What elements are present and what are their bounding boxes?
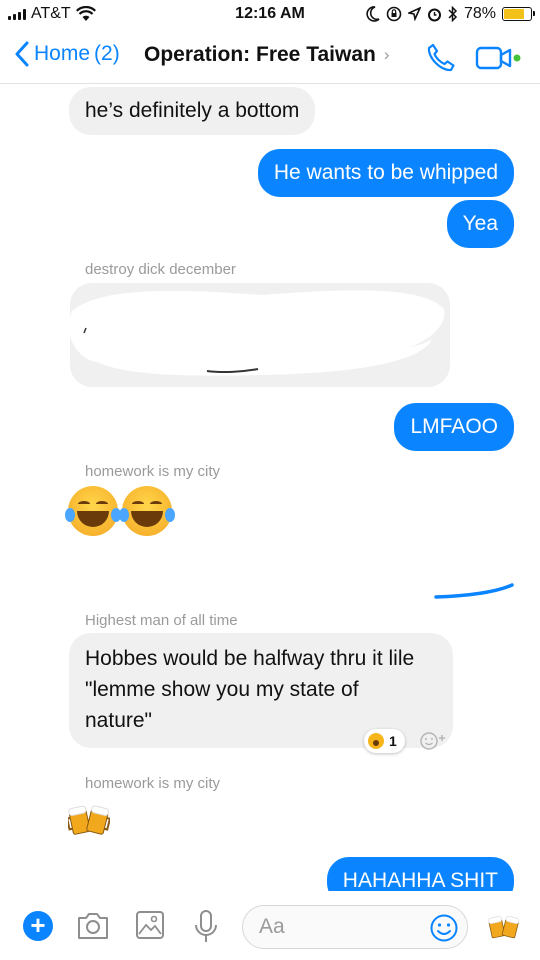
unread-count: (2) [94,42,120,65]
message-line: "lemme show you my state of [85,678,359,701]
sender-name: destroy dick december [85,261,236,278]
message-outgoing[interactable]: LMFAOO [394,403,514,451]
conversation-title-button[interactable]: Operation: Free Taiwan › [144,43,390,67]
laughing-emoji [65,486,121,536]
phone-icon[interactable] [425,42,457,74]
camera-icon[interactable] [75,909,111,943]
active-dot [513,54,521,62]
back-button[interactable]: Home (2) [14,41,120,67]
bluetooth-icon [448,6,458,22]
message-line: Hobbes would be halfway thru it lile [85,647,415,670]
battery-icon [502,7,535,21]
laughing-emoji [119,486,175,536]
status-bar: AT&T 12:16 AM 78% [0,0,540,30]
title-chevron-icon: › [383,45,390,64]
message-outgoing[interactable]: Yea [446,200,514,248]
reaction-badge[interactable]: 1 [364,729,405,753]
status-right: 78% [366,5,535,23]
message-outgoing[interactable]: He wants to be whipped [257,149,514,197]
message-input-box[interactable] [242,905,468,949]
more-actions-button[interactable]: + [23,911,53,941]
sender-name: homework is my city [85,775,221,792]
conversation-header: Home (2) Operation: Free Taiwan › [0,30,540,84]
wow-reaction-icon [368,733,384,749]
message-incoming[interactable]: he’s definitely a bottom [69,87,316,135]
redacted-message [69,283,450,387]
smile-icon[interactable] [429,913,459,943]
battery-percent: 78% [463,5,496,22]
sender-name: homework is my city [85,463,221,480]
add-reaction-icon[interactable] [416,729,456,753]
lock-rotation-icon [386,6,402,22]
beer-mugs-emoji [68,805,110,835]
alarm-icon [427,8,441,21]
partial-outgoing-bubble [434,583,514,599]
composer-bar: + [0,892,540,960]
image-icon[interactable] [134,909,166,943]
video-icon[interactable] [475,44,523,72]
message-outgoing[interactable]: HAHAHHA SHIT [326,857,514,891]
beer-mugs-button[interactable] [488,912,520,942]
back-chevron-icon [15,41,29,67]
reaction-count: 1 [389,733,397,749]
conversation-title: Operation: Free Taiwan [144,43,376,66]
battery-fill [504,9,525,19]
location-icon [407,7,421,21]
microphone-icon[interactable] [192,909,220,945]
moon-icon [366,6,380,22]
message-input[interactable] [259,915,419,939]
sender-name: Highest man of all time [85,612,238,629]
back-label: Home [34,42,91,65]
message-list[interactable]: he’s definitely a bottom He wants to be … [0,85,540,891]
